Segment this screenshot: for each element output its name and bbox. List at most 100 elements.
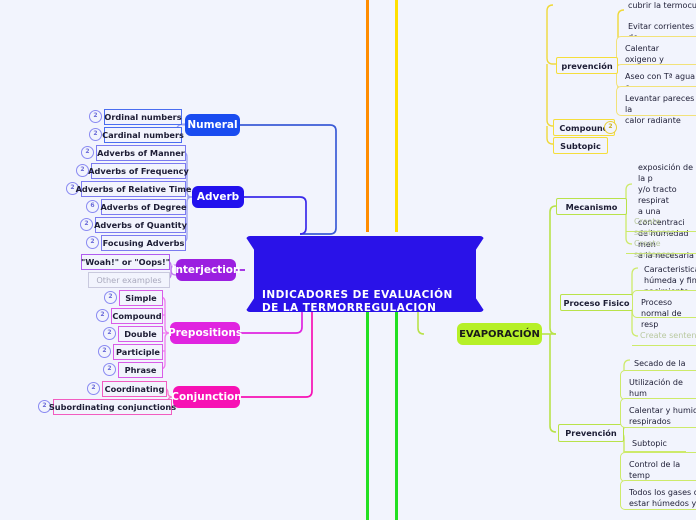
leaf-other-examples[interactable]: Other examples (88, 272, 170, 288)
badge-simple: 2 (104, 291, 117, 304)
spine-line-orange-upper (366, 0, 369, 232)
leaf-adverbs-of-quantity[interactable]: Adverbs of Quantity (94, 217, 187, 233)
leaf-simple[interactable]: Simple (119, 290, 163, 306)
badge-participle: 2 (98, 345, 111, 358)
mecanismo-item-2[interactable]: Create sentences (626, 232, 696, 259)
leaf-cardinal-numbers[interactable]: Cardinal numbers (102, 127, 184, 143)
leaf-label: Participle (116, 347, 160, 357)
text: Create sentences (634, 239, 675, 259)
topic-label: Subtopic (560, 140, 601, 151)
proceso-fisico-item-1[interactable]: Proceso normal de resp (632, 290, 696, 329)
leaf-focusing-adverbs[interactable]: Focusing Adverbs (101, 235, 186, 251)
leaf-label: Adverbs of Quantity (94, 220, 187, 230)
root-notch-left (245, 236, 254, 312)
badge-compound: 2 (96, 309, 109, 322)
badge-value: 2 (90, 238, 95, 245)
evaporacion-label: EVAPORACIÓN (459, 328, 540, 340)
root-node[interactable]: INDICADORES DE EVALUACIÓN DE LA TERMORRE… (245, 236, 485, 314)
leaf-adverbs-of-degree[interactable]: Adverbs of Degree (100, 199, 187, 215)
leaf-subordinating-conjunctions[interactable]: Subordinating conjunctions (49, 399, 176, 415)
leaf-adverbs-of-relative-time[interactable]: Adverbs of Relative Time (76, 181, 191, 197)
badge-adverbs-of-manner: 2 (81, 146, 94, 159)
badge-value: 2 (108, 293, 113, 300)
badge-value: 2 (91, 384, 96, 391)
badge-value: 2 (84, 220, 89, 227)
spine-line-yellow-upper (395, 0, 398, 232)
leaf-adverbs-of-manner[interactable]: Adverbs of Manner (96, 145, 186, 161)
root-notch-right (476, 236, 485, 312)
badge-value: 2 (100, 311, 105, 318)
prevencion-item-3[interactable]: Subtopic (624, 432, 686, 452)
spine-line-green-lower-left (366, 288, 369, 520)
mecanismo-item-1[interactable]: Create sentences (626, 210, 696, 237)
prevencion-item-1[interactable]: Utilización de hum en incubadora seg (620, 370, 696, 420)
root-title: INDICADORES DE EVALUACIÓN DE LA TERMORRE… (262, 289, 453, 314)
leaf-label: Coordinating (104, 384, 165, 394)
badge-value: 2 (42, 402, 47, 409)
badge-adverbs-of-quantity: 2 (80, 218, 93, 231)
leaf-label: Adverbs of Relative Time (75, 184, 192, 194)
text: Create sentenc (640, 331, 696, 340)
leaf-label: Other examples (96, 275, 162, 285)
leaf-label: Adverbs of Degree (100, 202, 187, 212)
leaf-label: "Woah!" or "Oops!" (81, 257, 170, 267)
leaf-double[interactable]: Double (118, 326, 163, 342)
branch-chip-interjection[interactable]: Interjection (172, 259, 240, 281)
leaf-label: Double (124, 329, 157, 339)
badge-cardinal-numbers: 2 (89, 128, 102, 141)
branch-chip-adverb[interactable]: Adverb (192, 186, 244, 208)
leaf-coordinating[interactable]: Coordinating (102, 381, 167, 397)
text: Subtopic (632, 439, 667, 448)
badge-value: 2 (80, 166, 85, 173)
text: Calentar y humidi respirados (629, 406, 696, 426)
branch-chip-conjunction[interactable]: Conjunction (171, 386, 242, 408)
branch-label-adverb: Adverb (196, 191, 240, 203)
leaf-label: Phrase (124, 365, 157, 375)
branch-chip-numeral[interactable]: Numeral (185, 114, 240, 136)
text: Todos los gases q estar húmedos y (629, 488, 696, 508)
badge-phrase: 2 (103, 363, 116, 376)
badge-adverbs-of-frequency: 2 (76, 164, 89, 177)
badge-compound-yellow: 2 (604, 121, 617, 134)
yellow-item-2[interactable]: Aseo con Tª agua c (616, 64, 696, 92)
topic-chip-prevencion-yellow[interactable]: prevención (556, 57, 618, 74)
badge-value: 2 (85, 148, 90, 155)
leaf-woah-or-oops[interactable]: "Woah!" or "Oops!" (81, 254, 170, 270)
badge-value: 2 (107, 329, 112, 336)
topic-label: Proceso Fisico (563, 297, 630, 308)
yellow-item-1[interactable]: Calentar oxigeno y aerosoles (616, 36, 696, 75)
prevencion-item-2[interactable]: Calentar y humidi respirados (620, 398, 696, 428)
leaf-phrase[interactable]: Phrase (118, 362, 163, 378)
leaf-label: Ordinal numbers (104, 112, 182, 122)
leaf-participle[interactable]: Participle (113, 344, 163, 360)
spine-line-green-lower-right (395, 288, 398, 520)
leaf-ordinal-numbers[interactable]: Ordinal numbers (104, 109, 182, 125)
topic-label: Mecanismo (565, 201, 618, 212)
badge-value: 2 (107, 365, 112, 372)
branch-chip-prepositions[interactable]: Prepositions (168, 322, 242, 344)
leaf-adverbs-of-frequency[interactable]: Adverbs of Frequency (88, 163, 189, 179)
topic-chip-mecanismo[interactable]: Mecanismo (556, 198, 627, 215)
leaf-label: Adverbs of Frequency (88, 166, 189, 176)
leaf-label: Focusing Adverbs (102, 238, 185, 248)
badge-double: 2 (103, 327, 116, 340)
leaf-label: Simple (125, 293, 157, 303)
badge-value: 2 (608, 123, 613, 130)
badge-focusing-adverbs: 2 (86, 236, 99, 249)
yellow-item-3[interactable]: Levantar pareces la calor radiante (616, 86, 696, 125)
badge-value: 2 (70, 184, 75, 191)
prevencion-item-5[interactable]: Todos los gases q estar húmedos y (620, 480, 696, 510)
proceso-fisico-item-2[interactable]: Create sentenc (632, 324, 696, 346)
mindmap-canvas[interactable]: INDICADORES DE EVALUACIÓN DE LA TERMORRE… (0, 0, 696, 520)
leaf-label: Cardinal numbers (102, 130, 184, 140)
topic-chip-subtopic-yellow[interactable]: Subtopic (553, 137, 608, 154)
topic-chip-proceso-fisico[interactable]: Proceso Fisico (560, 294, 633, 311)
topic-chip-prevencion-green[interactable]: Prevención (558, 424, 624, 442)
badge-value: 2 (93, 112, 98, 119)
branch-label-interjection: Interjection (171, 264, 241, 276)
leaf-compound[interactable]: Compound (111, 308, 163, 324)
prevencion-item-4[interactable]: Control de la temp humedad. (620, 452, 696, 491)
evaporacion-node[interactable]: EVAPORACIÓN (457, 323, 542, 345)
leaf-label: Subordinating conjunctions (48, 402, 177, 412)
branch-label-numeral: Numeral (187, 119, 238, 131)
